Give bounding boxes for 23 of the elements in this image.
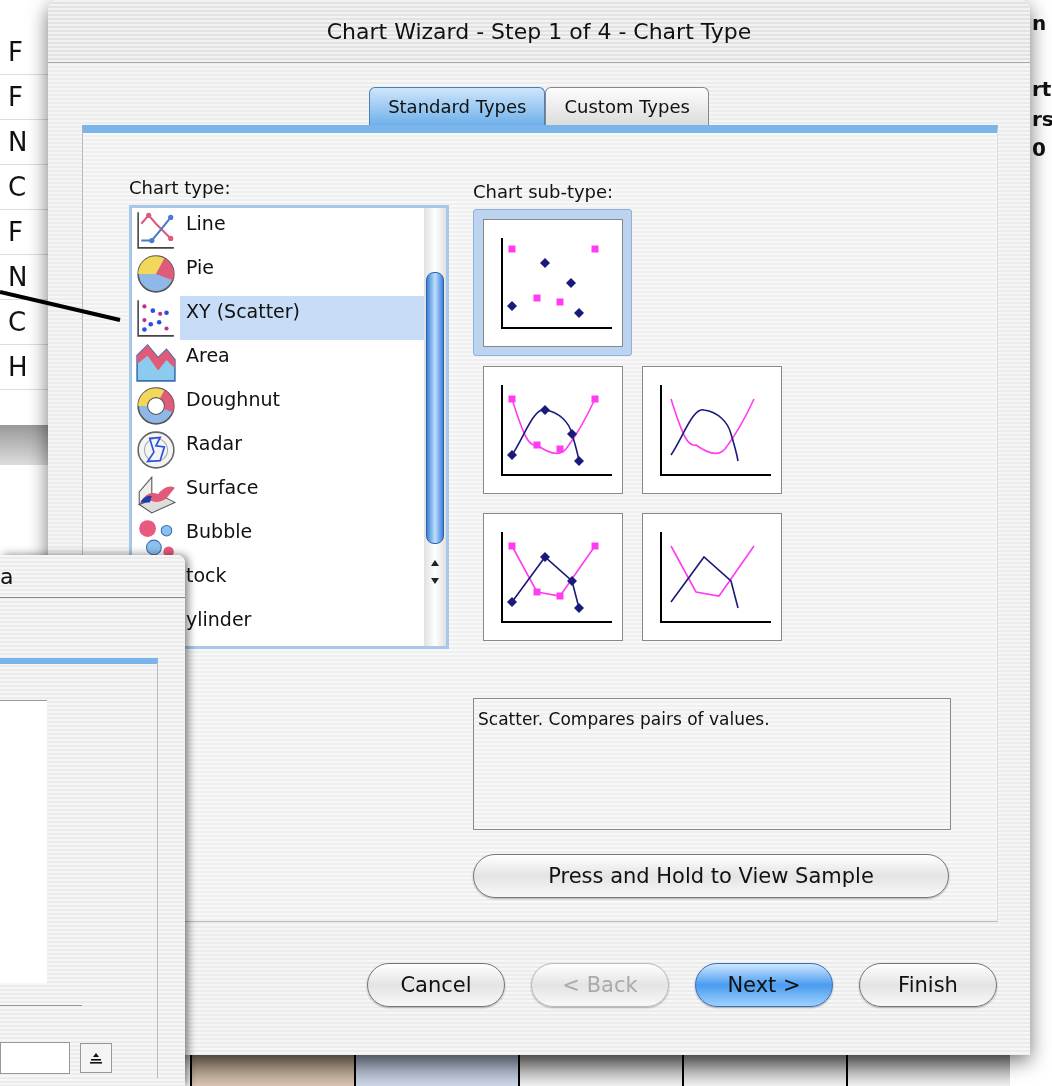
chart-type-label: Chart type: bbox=[129, 177, 232, 200]
dialog-button[interactable]: Cancel bbox=[367, 963, 505, 1007]
list-item[interactable]: Surface bbox=[132, 472, 424, 516]
list-item[interactable]: Bubble bbox=[132, 516, 424, 560]
view-sample-button[interactable]: Press and Hold to View Sample bbox=[473, 854, 949, 898]
window-title: a bbox=[0, 563, 14, 589]
list-item[interactable]: Doughnut bbox=[132, 384, 424, 428]
description-box: Scatter. Compares pairs of values. bbox=[473, 698, 951, 830]
cell-text: 0 bbox=[1032, 136, 1047, 162]
cell-text: n bbox=[1032, 10, 1048, 36]
tab[interactable]: Custom Types bbox=[545, 87, 709, 125]
window-title: Chart Wizard - Step 1 of 4 - Chart Type bbox=[326, 18, 752, 44]
cell-text: rs bbox=[1032, 106, 1052, 132]
chart-type-list[interactable]: Line Pie XY (Scatter) Area Doughnut Radar Surface Bubble tock ylinder bbox=[129, 205, 449, 649]
chart-sub-type-label: Chart sub-type: bbox=[473, 181, 615, 204]
list-item[interactable]: Radar bbox=[132, 428, 424, 472]
list-item[interactable]: Pie bbox=[132, 252, 424, 296]
dialog-button[interactable]: Finish bbox=[859, 963, 997, 1007]
cell-text: rt bbox=[1032, 76, 1052, 102]
tab[interactable]: Standard Types bbox=[369, 87, 546, 125]
dialog-button[interactable]: Next > bbox=[695, 963, 833, 1007]
list-item[interactable]: Area bbox=[132, 340, 424, 384]
list-item[interactable]: Line bbox=[132, 208, 424, 252]
